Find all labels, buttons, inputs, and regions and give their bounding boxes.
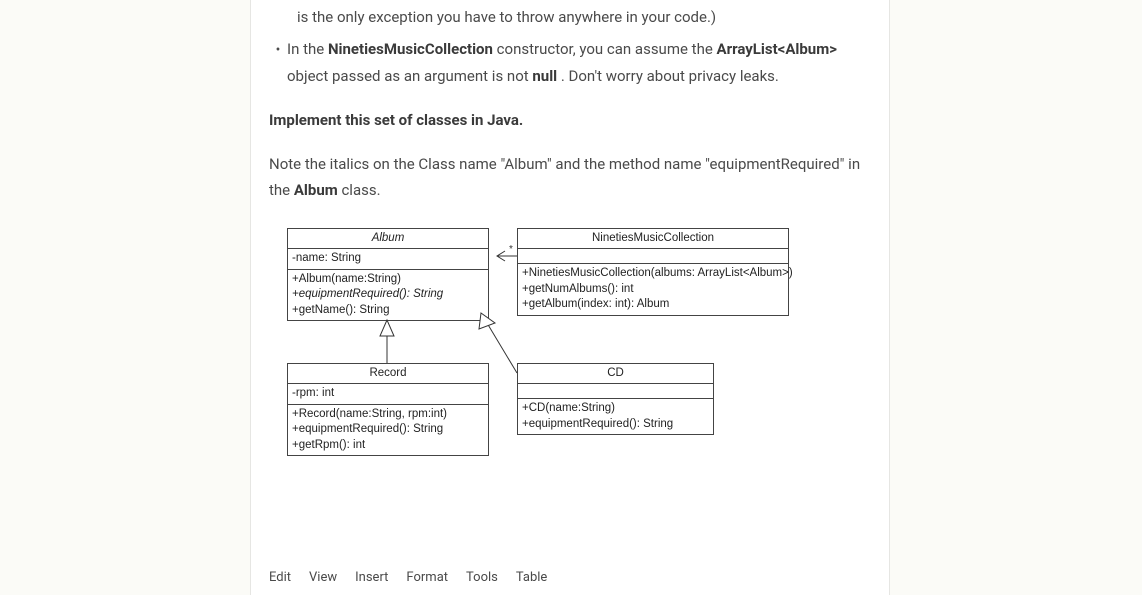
note-paragraph: Note the italics on the Class name "Albu… xyxy=(269,151,871,204)
bullet-marker: • xyxy=(269,36,287,89)
uml-record-attr-0: -rpm: int xyxy=(292,386,484,402)
uml-collection-op-2: +getAlbum(index: int): Album xyxy=(522,297,784,313)
uml-record-attrs: -rpm: int xyxy=(288,384,488,405)
uml-collection-title: NinetiesMusicCollection xyxy=(518,229,788,250)
uml-album-op-0: +Album(name:String) xyxy=(292,272,484,288)
bullet-pre: In the xyxy=(287,40,328,58)
uml-cd-title: CD xyxy=(518,364,713,385)
page-root: is the only exception you have to throw … xyxy=(0,0,1142,595)
toolbar-tools[interactable]: Tools xyxy=(466,570,498,585)
content-panel: is the only exception you have to throw … xyxy=(250,0,890,595)
bullet-item: • In the NinetiesMusicCollection constru… xyxy=(269,36,871,89)
uml-album-title: Album xyxy=(288,229,488,250)
uml-collection-attrs xyxy=(518,249,788,264)
toolbar-view[interactable]: View xyxy=(309,570,337,585)
bullet-text: In the NinetiesMusicCollection construct… xyxy=(287,36,871,89)
uml-record-ops: +Record(name:String, rpm:int) +equipment… xyxy=(288,405,488,456)
toolbar-format[interactable]: Format xyxy=(406,570,448,585)
implement-paragraph: Implement this set of classes in Java. xyxy=(269,107,871,133)
uml-cd-ops: +CD(name:String) +equipmentRequired(): S… xyxy=(518,399,713,434)
uml-record-op-1: +equipmentRequired(): String xyxy=(292,422,484,438)
implement-text: Implement this set of classes in Java. xyxy=(269,111,523,129)
note-post: class. xyxy=(338,181,381,199)
note-class: Album xyxy=(294,181,338,199)
uml-diagram: Album -name: String +Album(name:String) … xyxy=(287,228,871,478)
uml-record-title: Record xyxy=(288,364,488,385)
bullet-type: ArrayList<Album> xyxy=(717,40,837,58)
uml-album-op-1: +equipmentRequired(): String xyxy=(292,287,484,303)
uml-cd: CD +CD(name:String) +equipmentRequired()… xyxy=(517,363,714,436)
uml-album: Album -name: String +Album(name:String) … xyxy=(287,228,489,322)
uml-collection-op-0: +NinetiesMusicCollection(albums: ArrayLi… xyxy=(522,266,784,282)
uml-collection-op-1: +getNumAlbums(): int xyxy=(522,282,784,298)
bullet-classname: NinetiesMusicCollection xyxy=(328,40,493,58)
toolbar-edit[interactable]: Edit xyxy=(269,570,291,585)
uml-album-ops: +Album(name:String) +equipmentRequired()… xyxy=(288,270,488,321)
uml-record: Record -rpm: int +Record(name:String, rp… xyxy=(287,363,489,457)
editor-toolbar: Edit View Insert Format Tools Table xyxy=(269,570,547,585)
uml-cd-op-0: +CD(name:String) xyxy=(522,401,709,417)
toolbar-table[interactable]: Table xyxy=(516,570,547,585)
intro-line-1: is the only exception you have to throw … xyxy=(269,0,871,30)
bullet-post2: . Don't worry about privacy leaks. xyxy=(557,67,779,85)
bullet-mid: constructor, you can assume the xyxy=(493,40,717,58)
toolbar-insert[interactable]: Insert xyxy=(355,570,388,585)
uml-cd-attrs xyxy=(518,384,713,399)
uml-collection-ops: +NinetiesMusicCollection(albums: ArrayLi… xyxy=(518,264,788,315)
uml-album-op-2: +getName(): String xyxy=(292,303,484,319)
uml-record-op-0: +Record(name:String, rpm:int) xyxy=(292,407,484,423)
uml-cd-op-1: +equipmentRequired(): String xyxy=(522,417,709,433)
uml-collection: NinetiesMusicCollection +NinetiesMusicCo… xyxy=(517,228,789,316)
uml-album-attr-0: -name: String xyxy=(292,251,484,267)
bullet-null: null xyxy=(532,67,557,85)
uml-album-attrs: -name: String xyxy=(288,249,488,270)
svg-text:*: * xyxy=(509,244,513,255)
bullet-post1: object passed as an argument is not xyxy=(287,67,532,85)
uml-record-op-2: +getRpm(): int xyxy=(292,438,484,454)
